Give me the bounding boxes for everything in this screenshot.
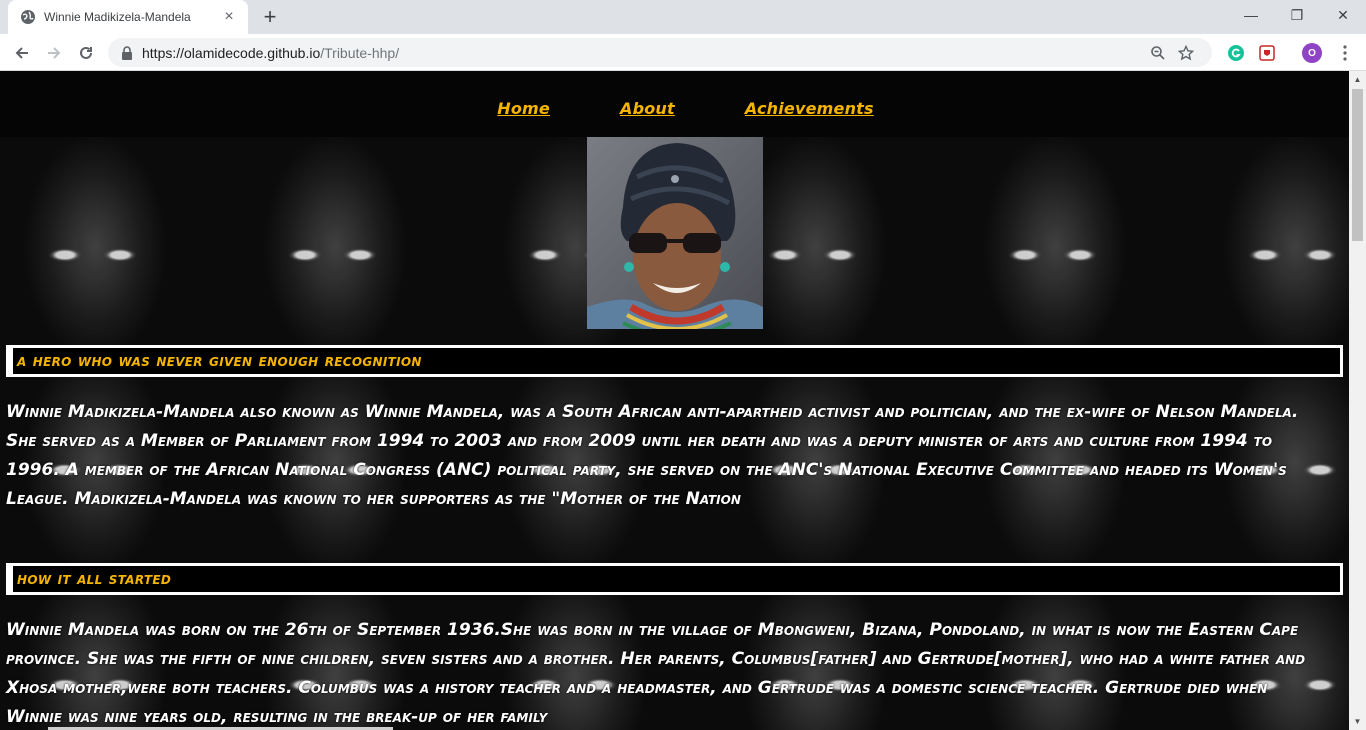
- scroll-up-arrow-icon[interactable]: ▲: [1349, 71, 1366, 88]
- forward-button[interactable]: [40, 39, 68, 67]
- minimize-button[interactable]: —: [1228, 0, 1274, 30]
- back-button[interactable]: [8, 39, 36, 67]
- grammarly-icon[interactable]: [1225, 42, 1247, 64]
- url-path: /Tribute-hhp/: [320, 44, 400, 61]
- section-paragraph-hero: Winnie Madikizela-Mandela also known as …: [6, 402, 1299, 509]
- extension-shield-icon[interactable]: [1256, 42, 1278, 64]
- lock-icon: [120, 45, 134, 60]
- tab-close-icon[interactable]: ×: [220, 8, 238, 26]
- section-heading-hero: A hero who was never given enough recogn…: [6, 345, 1343, 377]
- zoom-icon[interactable]: [1144, 41, 1172, 65]
- bookmark-star-icon[interactable]: [1172, 41, 1200, 65]
- reload-icon: [80, 46, 92, 59]
- tribute-page: Home About Achievements a hero who was n…: [0, 71, 1349, 730]
- profile-avatar[interactable]: O: [1301, 42, 1323, 64]
- nav-link-about[interactable]: About: [620, 99, 675, 118]
- globe-icon: [20, 9, 36, 25]
- scroll-down-arrow-icon[interactable]: ▼: [1349, 713, 1366, 730]
- section-heading-started-text: How it all started: [17, 569, 172, 589]
- nav-link-home[interactable]: Home: [497, 99, 550, 118]
- winnie-portrait-image: [587, 137, 763, 329]
- reload-button[interactable]: [72, 39, 100, 67]
- browser-tab[interactable]: Winnie Madikizela-Mandela ×: [8, 0, 248, 34]
- new-tab-button[interactable]: +: [258, 4, 282, 29]
- vertical-scrollbar[interactable]: ▲ ▼: [1349, 71, 1366, 730]
- window-controls: — ❐ ✕: [1228, 0, 1366, 30]
- arrow-left-icon: [15, 47, 28, 59]
- profile-initial: O: [1308, 47, 1316, 59]
- restore-button[interactable]: ❐: [1274, 0, 1320, 30]
- tab-title: Winnie Madikizela-Mandela: [44, 10, 191, 24]
- url-text: https://olamidecode.github.io/Tribute-hh…: [142, 45, 1144, 61]
- site-nav: Home About Achievements: [0, 99, 1349, 118]
- scrollbar-thumb[interactable]: [1352, 89, 1363, 241]
- arrow-right-icon: [48, 47, 61, 59]
- url-host: https://olamidecode.github.io: [142, 44, 321, 61]
- page-viewport: Home About Achievements a hero who was n…: [0, 71, 1349, 730]
- nav-link-achievements[interactable]: Achievements: [745, 99, 874, 118]
- section-heading-hero-text: A hero who was never given enough recogn…: [17, 351, 422, 371]
- address-bar[interactable]: https://olamidecode.github.io/Tribute-hh…: [108, 38, 1212, 67]
- section-heading-started: How it all started: [6, 563, 1343, 595]
- menu-kebab-icon[interactable]: [1334, 42, 1356, 64]
- window-close-button[interactable]: ✕: [1320, 0, 1366, 30]
- browser-toolbar: https://olamidecode.github.io/Tribute-hh…: [0, 34, 1366, 71]
- tab-strip: Winnie Madikizela-Mandela × + — ❐ ✕: [0, 0, 1366, 34]
- section-paragraph-started: Winnie Mandela was born on the 26th of S…: [6, 620, 1306, 727]
